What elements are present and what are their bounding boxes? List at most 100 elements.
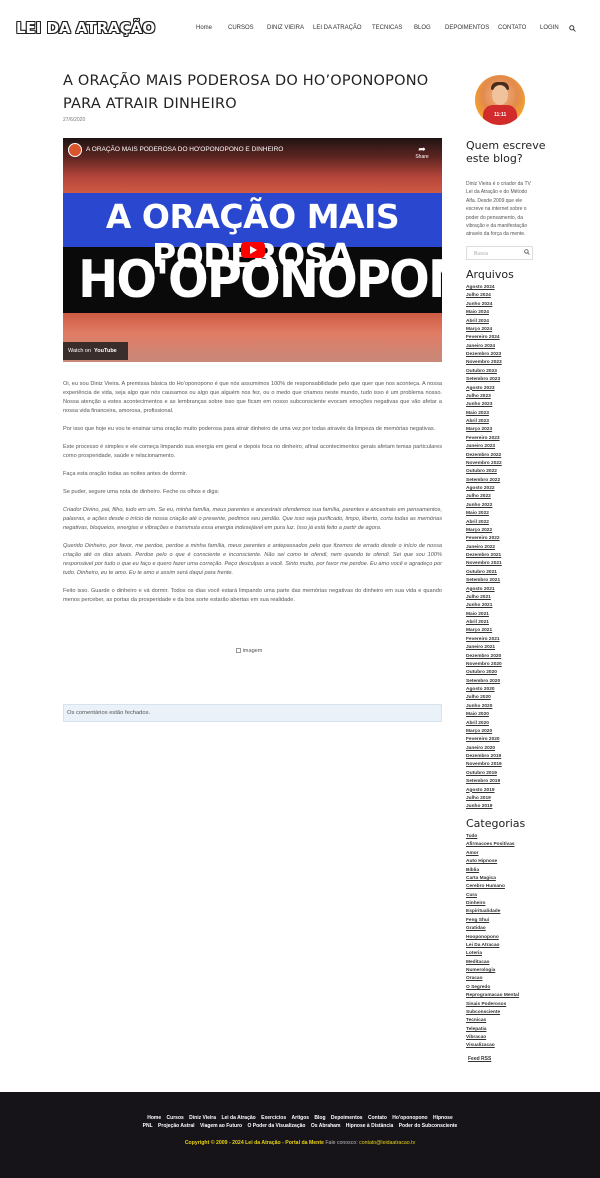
archive-link-outubro-2020[interactable]: Outubro 2020	[466, 669, 502, 677]
video-title[interactable]: A ORAÇÃO MAIS PODEROSA DO HO'OPONOPONO E…	[86, 146, 283, 153]
archive-link-agosto-2019[interactable]: Agosto 2019	[466, 787, 502, 795]
video-embed[interactable]: A ORAÇÃO MAIS PODEROSA HO'OPONOPONO A OR…	[63, 138, 442, 362]
footer-link-ho-oponopono[interactable]: Ho'oponopono	[392, 1115, 427, 1121]
archive-link-junho-2023[interactable]: Junho 2023	[466, 401, 502, 409]
nav-login[interactable]: LOGIN	[540, 25, 559, 31]
category-link-numerologia[interactable]: Numerologia	[466, 967, 519, 975]
archive-link-fevereiro-2024[interactable]: Fevereiro 2024	[466, 334, 502, 342]
category-link-subconsciente[interactable]: Subconsciente	[466, 1009, 519, 1017]
nav-lei-da-atracao[interactable]: LEI DA ATRAÇÃO	[313, 25, 362, 31]
archive-link-fevereiro-2023[interactable]: Fevereiro 2023	[466, 435, 502, 443]
play-icon[interactable]	[241, 242, 265, 258]
nav-home[interactable]: Home	[196, 25, 212, 31]
archive-link-maio-2022[interactable]: Maio 2022	[466, 510, 502, 518]
category-link-o-segredo[interactable]: O Segredo	[466, 984, 519, 992]
archive-link-setembro-2023[interactable]: Setembro 2023	[466, 376, 502, 384]
site-logo[interactable]: LEI DA ATRAÇÃO	[16, 19, 155, 37]
archive-link-abril-2024[interactable]: Abril 2024	[466, 318, 502, 326]
archive-link-junho-2019[interactable]: Junho 2019	[466, 803, 502, 811]
sidebar-search-input[interactable]: Busca	[466, 246, 533, 260]
footer-link-hipnose[interactable]: Hipnose	[433, 1115, 453, 1121]
category-link-loteria[interactable]: Loteria	[466, 950, 519, 958]
archive-link-julho-2022[interactable]: Julho 2022	[466, 493, 502, 501]
contact-email-link[interactable]: contato@leidaatracao.tv	[359, 1140, 415, 1146]
share-button[interactable]: ➦ Share	[414, 144, 430, 160]
category-link-tecnicas[interactable]: Tecnicas	[466, 1017, 519, 1025]
search-icon[interactable]	[569, 25, 576, 32]
archive-link-janeiro-2024[interactable]: Janeiro 2024	[466, 343, 502, 351]
archive-link-outubro-2022[interactable]: Outubro 2022	[466, 468, 502, 476]
archive-link-marco-2020[interactable]: Março 2020	[466, 728, 502, 736]
category-link-meditacao[interactable]: Meditacao	[466, 959, 519, 967]
archive-link-julho-2020[interactable]: Julho 2020	[466, 694, 502, 702]
footer-link-o-poder-da-visualizacao[interactable]: O Poder da Visualização	[247, 1123, 305, 1129]
category-link-carta-magica[interactable]: Carta Magica	[466, 875, 519, 883]
archive-link-novembro-2019[interactable]: Novembro 2019	[466, 761, 502, 769]
archive-link-agosto-2023[interactable]: Agosto 2023	[466, 385, 502, 393]
category-link-visualizacao[interactable]: Visualizacao	[466, 1042, 519, 1050]
archive-link-setembro-2020[interactable]: Setembro 2020	[466, 678, 502, 686]
archive-link-marco-2024[interactable]: Março 2024	[466, 326, 502, 334]
category-link-vibracao[interactable]: Vibracao	[466, 1034, 519, 1042]
footer-link-viagem-ao-futuro[interactable]: Viagem ao Futuro	[200, 1123, 242, 1129]
archive-link-fevereiro-2021[interactable]: Fevereiro 2021	[466, 636, 502, 644]
archive-link-fevereiro-2022[interactable]: Fevereiro 2022	[466, 535, 502, 543]
feed-rss-link[interactable]: Feed RSS	[468, 1056, 491, 1062]
archive-link-dezembro-2019[interactable]: Dezembro 2019	[466, 753, 502, 761]
category-link-sinais-poderosos[interactable]: Sinais Poderosos	[466, 1001, 519, 1009]
archive-link-agosto-2022[interactable]: Agosto 2022	[466, 485, 502, 493]
archive-link-janeiro-2020[interactable]: Janeiro 2020	[466, 745, 502, 753]
category-link-feng-shui[interactable]: Feng Shui	[466, 917, 519, 925]
archive-link-dezembro-2023[interactable]: Dezembro 2023	[466, 351, 502, 359]
nav-diniz-vieira[interactable]: DINIZ VIEIRA	[267, 25, 304, 31]
archive-link-outubro-2019[interactable]: Outubro 2019	[466, 770, 502, 778]
category-link-espiritualidade[interactable]: Espiritualidade	[466, 908, 519, 916]
category-link-biblia[interactable]: Bíblia	[466, 867, 519, 875]
archive-link-maio-2020[interactable]: Maio 2020	[466, 711, 502, 719]
category-link-gratidao[interactable]: Gratidao	[466, 925, 519, 933]
archive-link-maio-2024[interactable]: Maio 2024	[466, 309, 502, 317]
archive-link-novembro-2020[interactable]: Novembro 2020	[466, 661, 502, 669]
archive-link-julho-2019[interactable]: Julho 2019	[466, 795, 502, 803]
archive-link-fevereiro-2020[interactable]: Fevereiro 2020	[466, 736, 502, 744]
footer-link-exercicios[interactable]: Exercícios	[261, 1115, 286, 1121]
archive-link-setembro-2019[interactable]: Setembro 2019	[466, 778, 502, 786]
footer-link-depoimentos[interactable]: Depoimentos	[331, 1115, 363, 1121]
archive-link-agosto-2024[interactable]: Agosto 2024	[466, 284, 502, 292]
nav-cursos[interactable]: CURSOS	[228, 25, 254, 31]
archive-link-junho-2024[interactable]: Junho 2024	[466, 301, 502, 309]
category-link-amor[interactable]: Amor	[466, 850, 519, 858]
archive-link-novembro-2021[interactable]: Novembro 2021	[466, 560, 502, 568]
archive-link-agosto-2021[interactable]: Agosto 2021	[466, 586, 502, 594]
category-link-oracao[interactable]: Oracao	[466, 975, 519, 983]
archive-link-novembro-2023[interactable]: Novembro 2023	[466, 359, 502, 367]
archive-link-abril-2023[interactable]: Abril 2023	[466, 418, 502, 426]
archive-link-agosto-2020[interactable]: Agosto 2020	[466, 686, 502, 694]
category-link-lei-da-atracao[interactable]: Lei Da Atracao	[466, 942, 519, 950]
nav-depoimentos[interactable]: DEPOIMENTOS	[445, 25, 489, 31]
footer-link-pnl[interactable]: PNL	[143, 1123, 153, 1129]
archive-link-novembro-2022[interactable]: Novembro 2022	[466, 460, 502, 468]
archive-link-outubro-2021[interactable]: Outubro 2021	[466, 569, 502, 577]
footer-link-lei-da-atracao[interactable]: Lei da Atração	[221, 1115, 255, 1121]
archive-link-julho-2024[interactable]: Julho 2024	[466, 292, 502, 300]
archive-link-setembro-2022[interactable]: Setembro 2022	[466, 477, 502, 485]
archive-link-julho-2021[interactable]: Julho 2021	[466, 594, 502, 602]
footer-link-diniz-vieira[interactable]: Diniz Vieira	[189, 1115, 216, 1121]
footer-link-cursos[interactable]: Cursos	[167, 1115, 184, 1121]
archive-link-junho-2020[interactable]: Junho 2020	[466, 703, 502, 711]
category-link-dinheiro[interactable]: Dinheiro	[466, 900, 519, 908]
archive-link-janeiro-2021[interactable]: Janeiro 2021	[466, 644, 502, 652]
archive-link-abril-2020[interactable]: Abril 2020	[466, 720, 502, 728]
archive-link-dezembro-2022[interactable]: Dezembro 2022	[466, 452, 502, 460]
archive-link-julho-2023[interactable]: Julho 2023	[466, 393, 502, 401]
category-link-auto-hipnose[interactable]: Auto Hipnose	[466, 858, 519, 866]
archive-link-outubro-2023[interactable]: Outubro 2023	[466, 368, 502, 376]
archive-link-abril-2022[interactable]: Abril 2022	[466, 519, 502, 527]
search-icon[interactable]	[524, 249, 530, 255]
archive-link-marco-2021[interactable]: Março 2021	[466, 627, 502, 635]
archive-link-marco-2023[interactable]: Março 2023	[466, 426, 502, 434]
archive-link-junho-2021[interactable]: Junho 2021	[466, 602, 502, 610]
footer-link-poder-do-subconsciente[interactable]: Poder do Subconsciente	[399, 1123, 458, 1129]
footer-link-home[interactable]: Home	[147, 1115, 161, 1121]
